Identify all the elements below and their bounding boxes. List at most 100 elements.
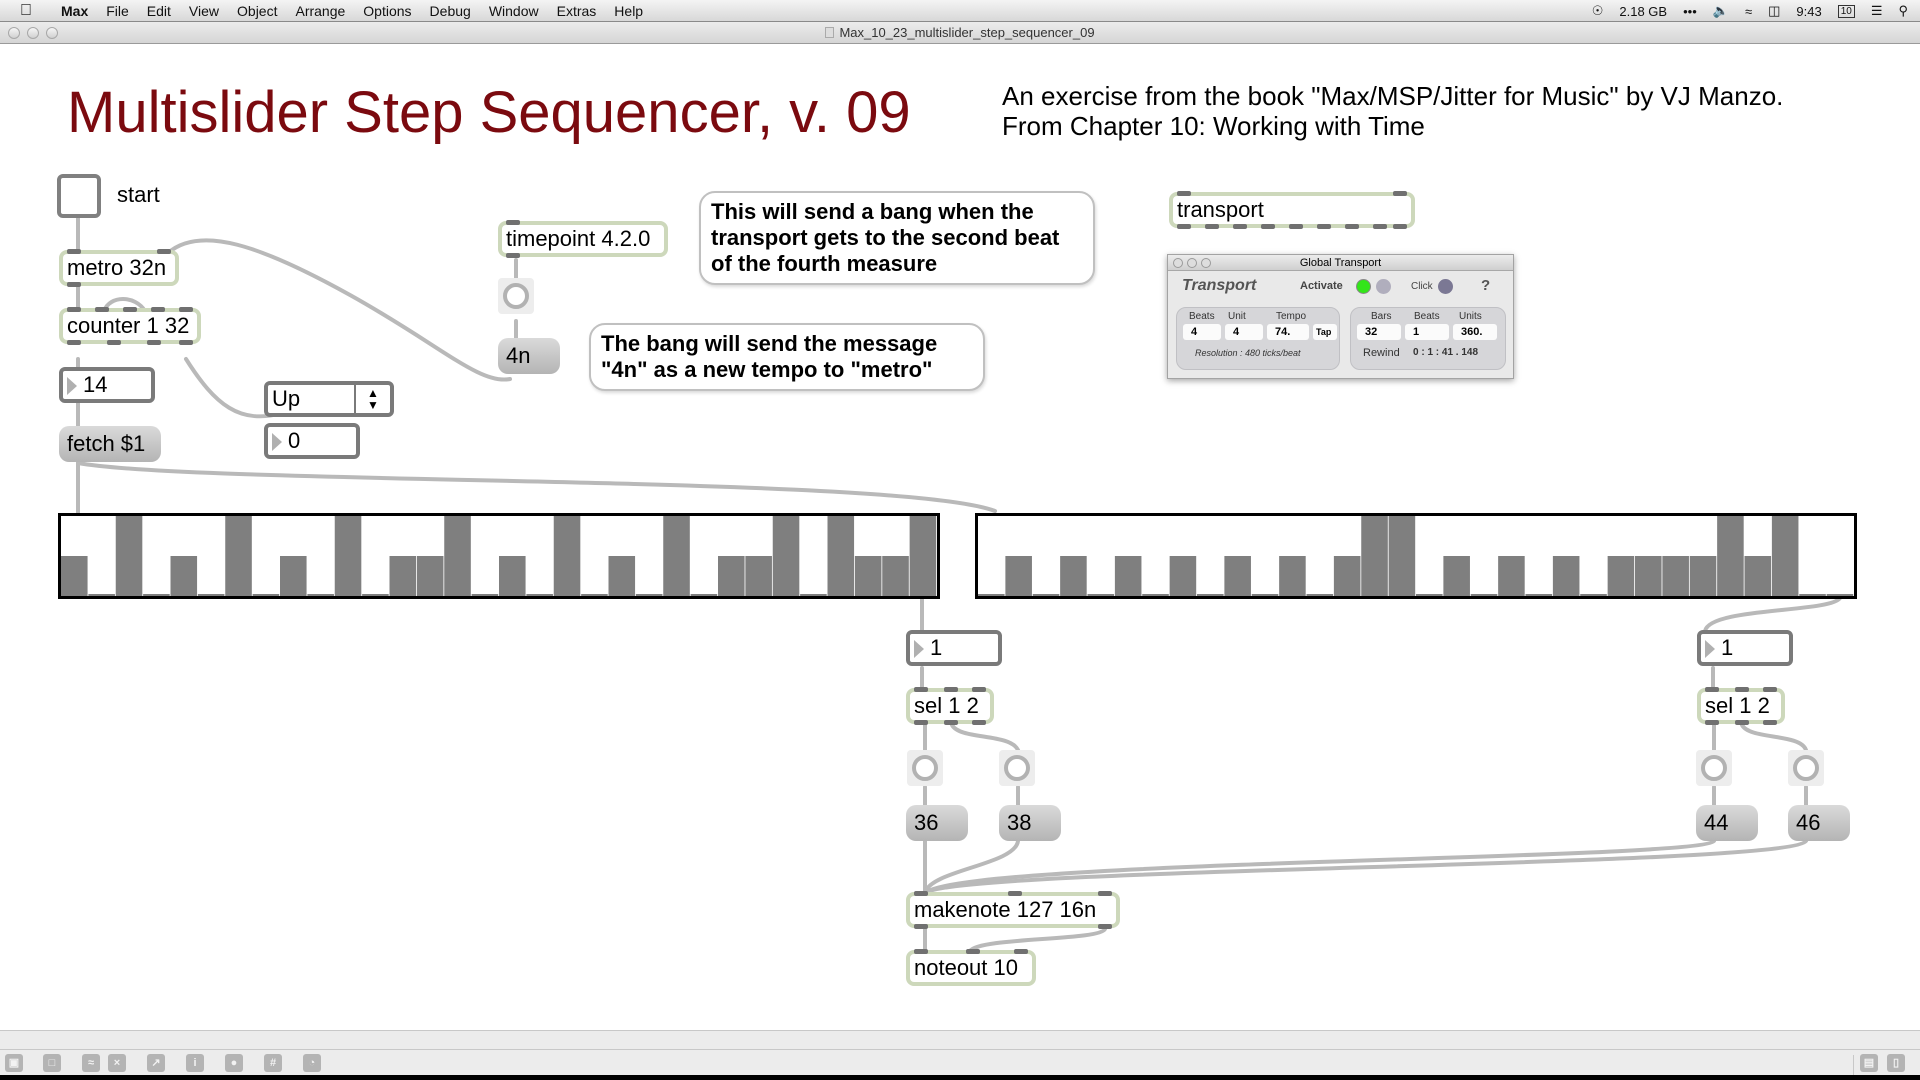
menu-view[interactable]: View	[189, 3, 219, 19]
left-slider-19[interactable]	[553, 516, 581, 596]
calendar-icon[interactable]: 10	[1837, 4, 1855, 18]
right-slider-19[interactable]	[1470, 594, 1498, 596]
fetch-message[interactable]: fetch $1	[59, 426, 161, 462]
right-slider-29[interactable]	[1744, 556, 1772, 596]
right-slider-9[interactable]	[1197, 594, 1224, 596]
left-slider-26[interactable]	[745, 556, 772, 596]
gt-minimize-button[interactable]	[1187, 258, 1197, 268]
left-slider-11[interactable]	[334, 516, 362, 596]
bang-38-button[interactable]	[999, 750, 1035, 786]
noteout-object[interactable]: noteout 10	[906, 949, 1036, 986]
left-slider-31[interactable]	[882, 556, 909, 596]
new-object-icon[interactable]: □	[43, 1054, 61, 1072]
right-slider-15[interactable]	[1361, 516, 1388, 596]
left-slider-16[interactable]	[471, 594, 499, 596]
bang-36-button[interactable]	[907, 750, 943, 786]
right-slider-14[interactable]	[1333, 556, 1361, 596]
left-sel-object[interactable]: sel 1 2	[906, 687, 994, 725]
menu-object[interactable]: Object	[237, 3, 277, 19]
memory-monitor-icon[interactable]: ☉	[1592, 3, 1604, 19]
left-slider-8[interactable]	[252, 594, 280, 596]
right-slider-6[interactable]	[1114, 556, 1142, 596]
left-slider-5[interactable]	[170, 556, 198, 596]
note-38-message[interactable]: 38	[999, 805, 1061, 841]
more-icon[interactable]: •••	[1683, 4, 1697, 19]
gt-beats-pos-field[interactable]: 1	[1405, 324, 1449, 340]
menu-file[interactable]: File	[106, 3, 129, 19]
timepoint-bang-button[interactable]	[498, 278, 534, 314]
bang-44-button[interactable]	[1696, 750, 1732, 786]
right-slider-3[interactable]	[1032, 594, 1060, 596]
right-slider-7[interactable]	[1142, 594, 1169, 596]
right-number-box[interactable]: 1	[1697, 630, 1793, 666]
right-slider-8[interactable]	[1169, 556, 1197, 596]
right-slider-31[interactable]	[1799, 594, 1826, 596]
connect-icon[interactable]: ●	[225, 1054, 243, 1072]
grid-icon[interactable]: #	[264, 1054, 282, 1072]
right-slider-25[interactable]	[1635, 556, 1662, 596]
transport-object[interactable]: transport	[1169, 191, 1415, 229]
right-slider-24[interactable]	[1607, 556, 1635, 596]
gt-close-button[interactable]	[1173, 258, 1183, 268]
right-slider-22[interactable]	[1552, 556, 1580, 596]
bang-46-button[interactable]	[1788, 750, 1824, 786]
right-slider-32[interactable]	[1826, 594, 1854, 596]
metro-object[interactable]: metro 32n	[59, 249, 179, 287]
start-toggle[interactable]	[57, 174, 101, 218]
right-slider-1[interactable]	[978, 594, 1005, 596]
right-slider-26[interactable]	[1662, 556, 1689, 596]
right-slider-30[interactable]	[1771, 516, 1799, 596]
menu-options[interactable]: Options	[363, 3, 411, 19]
menu-debug[interactable]: Debug	[430, 3, 471, 19]
lock-icon[interactable]: ▣	[5, 1054, 23, 1072]
left-slider-1[interactable]	[61, 556, 88, 596]
left-slider-23[interactable]	[663, 516, 690, 596]
right-slider-23[interactable]	[1580, 594, 1607, 596]
right-slider-21[interactable]	[1525, 594, 1553, 596]
updown-arrows-icon[interactable]: ▲ ▼	[354, 385, 390, 413]
left-slider-21[interactable]	[608, 556, 636, 596]
gt-unit-field[interactable]: 4	[1225, 324, 1263, 340]
gt-zoom-button[interactable]	[1201, 258, 1211, 268]
patcher-canvas[interactable]: Multislider Step Sequencer, v. 09 An exe…	[0, 45, 1920, 1030]
presentation-icon[interactable]: ↗	[147, 1054, 165, 1072]
counter-object[interactable]: counter 1 32	[59, 307, 201, 345]
left-slider-10[interactable]	[307, 594, 334, 596]
right-multislider[interactable]	[975, 513, 1857, 599]
gt-units-field[interactable]: 360.	[1453, 324, 1497, 340]
left-slider-12[interactable]	[362, 594, 389, 596]
right-slider-13[interactable]	[1306, 594, 1334, 596]
left-slider-22[interactable]	[635, 594, 663, 596]
right-slider-12[interactable]	[1279, 556, 1306, 596]
left-slider-18[interactable]	[526, 594, 553, 596]
right-slider-20[interactable]	[1498, 556, 1525, 596]
left-slider-20[interactable]	[581, 594, 608, 596]
counter-number-box[interactable]: 14	[59, 367, 155, 403]
menu-app[interactable]: Max	[61, 3, 88, 19]
snap-icon[interactable]: ◔	[303, 1054, 321, 1072]
wifi-icon[interactable]: ≈	[1745, 4, 1752, 19]
note-36-message[interactable]: 36	[906, 805, 968, 841]
gt-tempo-field[interactable]: 74.	[1267, 324, 1309, 340]
left-slider-24[interactable]	[690, 594, 718, 596]
left-slider-27[interactable]	[772, 516, 800, 596]
right-slider-2[interactable]	[1005, 556, 1032, 596]
direction-number-box[interactable]: 0	[264, 423, 360, 459]
split-vertical-icon[interactable]: ▯	[1887, 1054, 1905, 1072]
left-slider-30[interactable]	[854, 556, 882, 596]
gt-beats-field[interactable]: 4	[1183, 324, 1221, 340]
direction-umenu[interactable]: Up ▲ ▼	[264, 381, 394, 417]
clear-icon[interactable]: ×	[108, 1054, 126, 1072]
menu-help[interactable]: Help	[614, 3, 643, 19]
left-slider-28[interactable]	[800, 594, 827, 596]
left-slider-29[interactable]	[827, 516, 855, 596]
left-slider-17[interactable]	[499, 556, 526, 596]
left-slider-3[interactable]	[115, 516, 143, 596]
note-44-message[interactable]: 44	[1696, 805, 1758, 841]
right-slider-16[interactable]	[1388, 516, 1416, 596]
menu-arrange[interactable]: Arrange	[295, 3, 345, 19]
apple-menu-icon[interactable]: 	[20, 2, 38, 20]
split-horizontal-icon[interactable]: ▤	[1860, 1054, 1878, 1072]
left-multislider[interactable]	[58, 513, 940, 599]
right-slider-28[interactable]	[1717, 516, 1744, 596]
